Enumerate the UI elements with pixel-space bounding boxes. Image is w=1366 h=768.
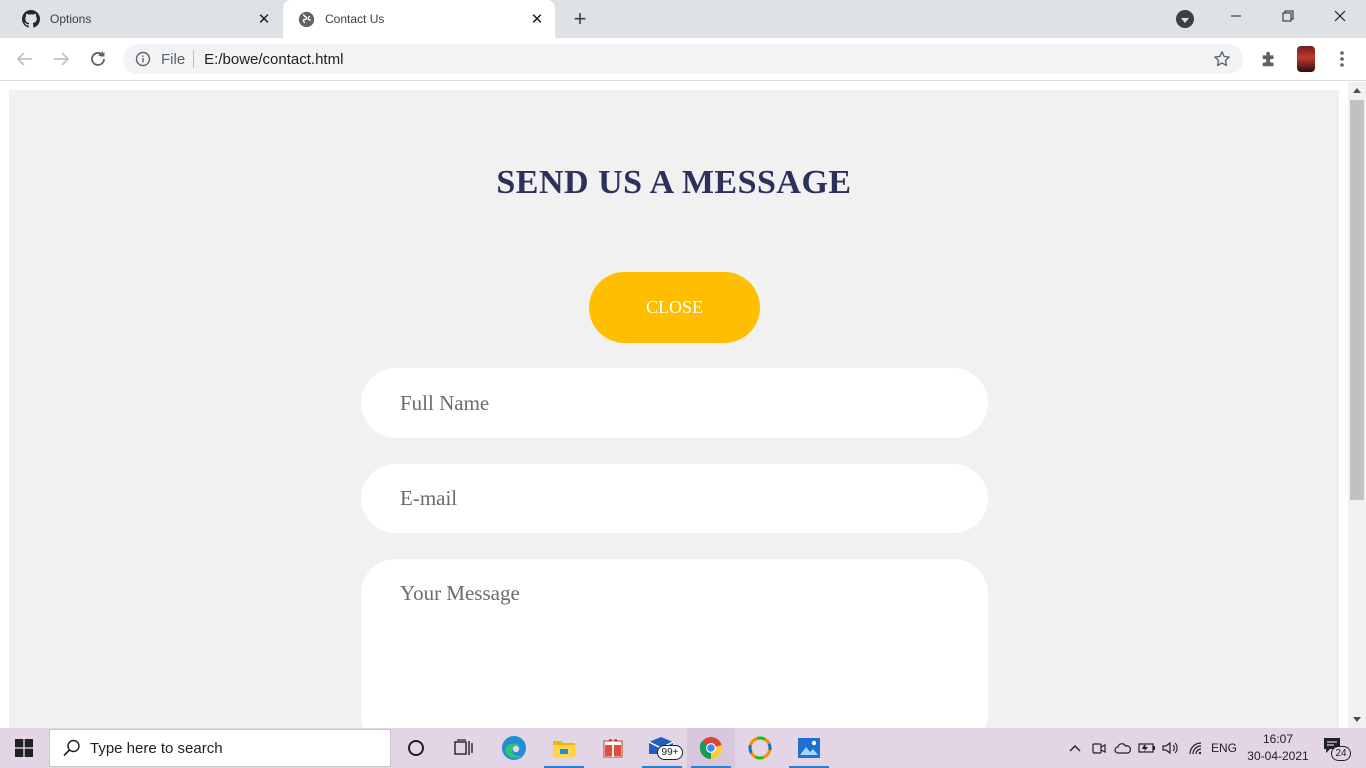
minimize-button[interactable] <box>1213 0 1259 32</box>
paint-app-icon[interactable] <box>736 728 784 768</box>
email-input[interactable] <box>361 464 988 533</box>
scrollbar-thumb[interactable] <box>1350 100 1364 500</box>
url-scheme-label: File <box>161 50 186 68</box>
scroll-up-arrow-icon[interactable] <box>1348 82 1366 99</box>
system-clock[interactable]: 16:07 30-04-2021 <box>1244 731 1312 765</box>
back-icon[interactable] <box>10 44 40 74</box>
clock-time: 16:07 <box>1262 732 1294 746</box>
message-textarea[interactable] <box>361 559 988 728</box>
tab-title: Contact Us <box>325 12 385 26</box>
tab-strip: Options ✕ Contact Us ✕ + <box>0 0 1366 38</box>
tab-options[interactable]: Options ✕ <box>8 0 282 38</box>
close-button[interactable]: CLOSE <box>589 272 760 343</box>
extensions-puzzle-icon[interactable] <box>1257 47 1281 71</box>
gift-app-icon[interactable] <box>589 728 637 768</box>
tab-title: Options <box>50 12 92 26</box>
scroll-down-arrow-icon[interactable] <box>1348 711 1366 728</box>
edge-browser-icon[interactable] <box>490 728 538 768</box>
globe-icon <box>297 10 315 28</box>
full-name-input[interactable] <box>361 368 988 438</box>
taskbar-search-box[interactable]: Type here to search <box>49 729 391 767</box>
address-divider <box>193 50 195 68</box>
github-icon <box>22 10 40 28</box>
clock-date: 30-04-2021 <box>1247 749 1309 763</box>
chrome-icon[interactable] <box>687 728 735 768</box>
battery-icon[interactable] <box>1136 728 1158 768</box>
search-placeholder: Type here to search <box>90 739 223 757</box>
meet-now-icon[interactable] <box>1088 728 1110 768</box>
windows-taskbar: Type here to search 99+ ENG 16:07 30-04-… <box>0 728 1366 768</box>
menu-kebab-icon[interactable] <box>1330 47 1354 71</box>
address-bar[interactable]: File E:/bowe/contact.html <box>123 44 1243 74</box>
bookmark-star-icon[interactable] <box>1211 48 1233 70</box>
cortana-icon[interactable] <box>392 728 440 768</box>
file-explorer-icon[interactable] <box>540 728 588 768</box>
language-indicator[interactable]: ENG <box>1208 728 1240 768</box>
search-icon <box>62 738 82 758</box>
window-close-button[interactable] <box>1317 0 1363 32</box>
notification-center-icon[interactable]: 24 <box>1322 736 1352 762</box>
restore-button[interactable] <box>1265 0 1311 32</box>
close-icon[interactable]: ✕ <box>527 9 547 29</box>
photos-app-icon[interactable] <box>785 728 833 768</box>
tab-search-icon[interactable] <box>1176 10 1194 28</box>
mail-badge: 99+ <box>657 745 683 760</box>
reload-icon[interactable] <box>83 44 113 74</box>
browser-toolbar: File E:/bowe/contact.html <box>0 38 1366 81</box>
windows-start-icon[interactable] <box>0 728 48 768</box>
wifi-icon[interactable] <box>1184 728 1208 768</box>
close-icon[interactable]: ✕ <box>254 9 274 29</box>
url-text[interactable]: E:/bowe/contact.html <box>204 51 1211 68</box>
page-viewport: SEND US A MESSAGE CLOSE <box>0 82 1348 728</box>
volume-speaker-icon[interactable] <box>1160 728 1182 768</box>
show-hidden-icons-chevron-up-icon[interactable] <box>1064 728 1086 768</box>
onedrive-cloud-icon[interactable] <box>1112 728 1134 768</box>
tab-contact-us[interactable]: Contact Us ✕ <box>283 0 555 38</box>
task-view-icon[interactable] <box>440 728 488 768</box>
profile-avatar[interactable] <box>1297 46 1315 72</box>
forward-icon[interactable] <box>46 44 76 74</box>
mail-app-icon[interactable]: 99+ <box>638 728 686 768</box>
notification-count-badge: 24 <box>1331 746 1351 761</box>
info-icon[interactable] <box>135 51 151 67</box>
contact-form-panel: SEND US A MESSAGE CLOSE <box>9 90 1339 728</box>
vertical-scrollbar[interactable] <box>1348 82 1366 728</box>
page-title: SEND US A MESSAGE <box>496 164 852 201</box>
new-tab-button[interactable]: + <box>566 6 594 31</box>
